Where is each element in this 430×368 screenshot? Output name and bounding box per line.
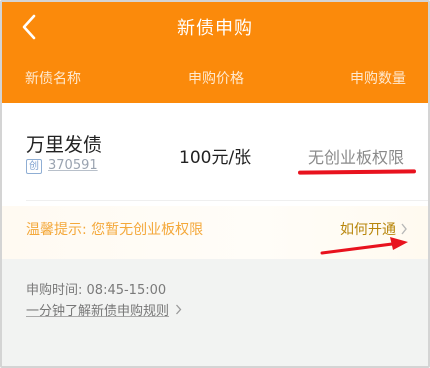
subscription-time: 申购时间: 08:45-15:00	[26, 279, 166, 298]
subscription-time-label: 申购时间:	[26, 283, 83, 298]
column-header-price: 申购价格	[188, 71, 244, 87]
divider	[26, 200, 428, 201]
rules-link-label: 一分钟了解新债申购规则	[26, 304, 170, 319]
chinext-badge: 创	[26, 159, 42, 174]
red-arrow-annotation	[320, 237, 408, 255]
rules-link[interactable]: 一分钟了解新债申购规则	[26, 300, 182, 319]
app-window: 新债申购 新债名称 申购价格 申购数量 万里发债 创 370591 100元/张…	[0, 0, 430, 368]
top-header: 新债申购 新债名称 申购价格 申购数量	[2, 2, 428, 103]
bond-price: 100元/张	[179, 148, 252, 168]
page-title: 新债申购	[177, 18, 253, 39]
chevron-right-icon	[176, 304, 182, 315]
column-header-quantity: 申购数量	[350, 71, 406, 87]
warm-tip-text: 温馨提示: 您暂无创业板权限	[26, 222, 204, 238]
bond-quantity-status: 无创业板权限	[307, 148, 404, 167]
info-section: 申购时间: 08:45-15:00 一分钟了解新债申购规则	[2, 259, 428, 366]
column-header-name: 新债名称	[25, 71, 81, 87]
subscription-time-value: 08:45-15:00	[86, 283, 167, 298]
bond-name: 万里发债	[26, 134, 103, 156]
bond-code-link[interactable]: 370591	[48, 158, 98, 173]
